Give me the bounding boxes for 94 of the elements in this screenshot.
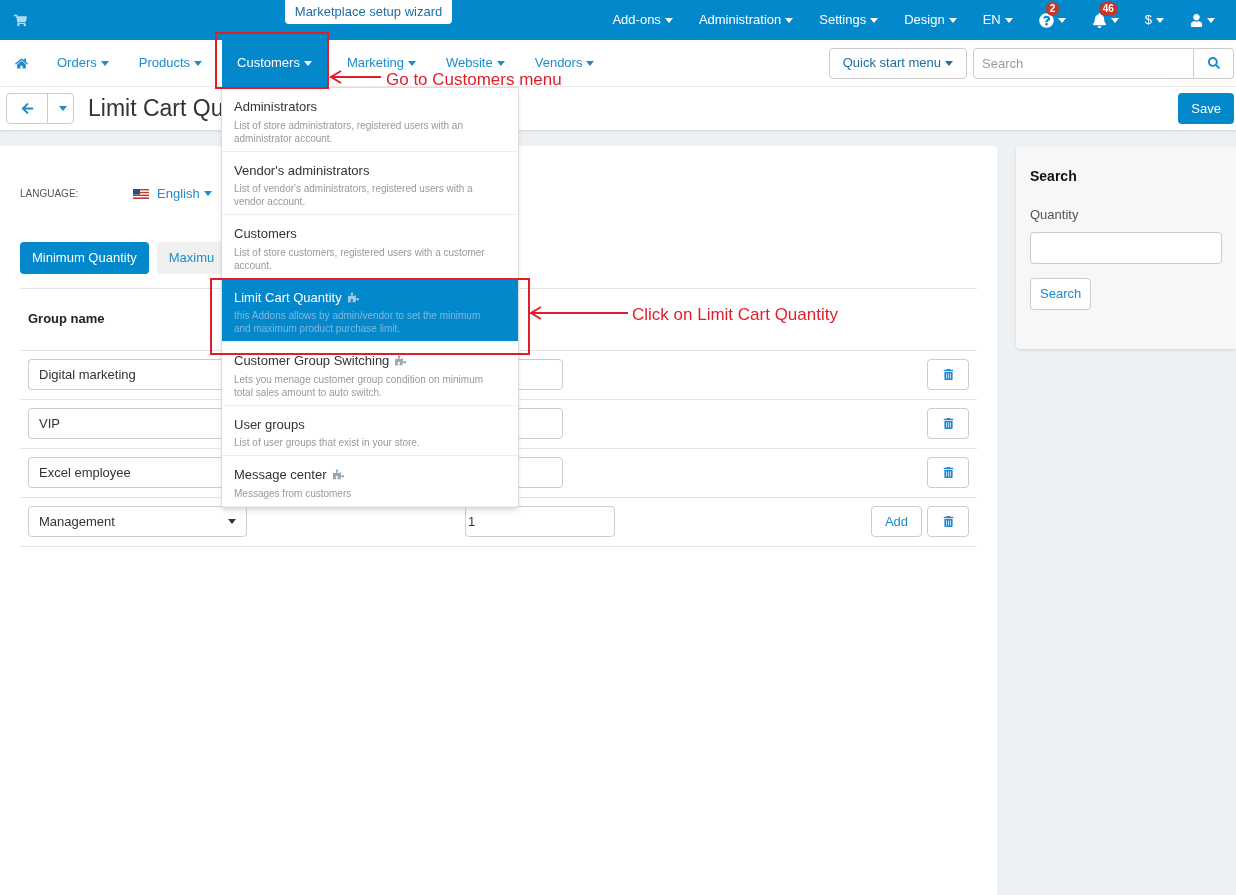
caret-icon <box>945 60 953 66</box>
caret-icon <box>1057 17 1066 23</box>
search-field[interactable]: Search <box>973 47 1194 79</box>
caret-icon <box>194 60 203 66</box>
nav-tab[interactable]: Website <box>431 55 520 71</box>
menu-item[interactable]: Customer Group Switching Lets you menage customer group condition on minimum total sales amount to auto switch. <box>222 342 518 406</box>
menu-item-title: User groups <box>234 415 305 434</box>
nav-tab[interactable]: Customers <box>222 39 327 87</box>
top-menu-item[interactable]: Administration <box>685 0 807 40</box>
user-icon <box>1190 13 1203 27</box>
trash-icon <box>942 467 954 478</box>
caret-icon <box>948 17 957 23</box>
group-select[interactable]: Excel employee <box>28 457 221 488</box>
save-button[interactable]: Save <box>1178 93 1234 124</box>
arrow-annotation <box>329 70 381 84</box>
wizard-tab[interactable]: Marketplace setup wizard <box>285 0 452 24</box>
bell-icon <box>1091 12 1107 28</box>
caret-icon <box>1207 17 1215 23</box>
menu-item[interactable]: User groups List of user groups that exist in your store. <box>222 405 518 456</box>
language-label: LANGUAGE: <box>20 187 80 202</box>
cart-icon[interactable] <box>14 13 27 27</box>
search-button[interactable] <box>1194 47 1234 79</box>
add-button[interactable]: Add <box>871 506 922 537</box>
caret-icon <box>870 17 879 23</box>
group-select[interactable]: Management <box>28 506 247 537</box>
home-icon[interactable] <box>15 56 28 70</box>
caret-icon <box>408 60 416 66</box>
caret-icon <box>664 17 673 23</box>
top-menu-item[interactable]: EN <box>969 0 1026 40</box>
bell-menu-button[interactable]: 46 <box>1078 0 1132 40</box>
caret-icon <box>228 519 236 524</box>
quick-start-button[interactable]: Quick start menu <box>828 47 967 79</box>
count-badge: 2 <box>1045 2 1060 16</box>
delete-button[interactable] <box>927 408 969 439</box>
menu-item-title: Customers <box>234 225 297 243</box>
menu-item[interactable]: Customers List of store customers, registered users with a customer account. <box>222 215 518 279</box>
group-select[interactable]: Digital marketing <box>28 359 221 390</box>
menu-item-title: Customer Group Switching <box>234 352 390 370</box>
language-selector[interactable]: English <box>133 184 212 204</box>
nav-tab[interactable]: Marketing <box>331 55 431 71</box>
nav-tab[interactable]: Vendors <box>519 55 610 71</box>
annotation-text: Go to Customers menu <box>386 71 562 88</box>
quantity-tab[interactable]: Minimum Quantity <box>20 241 149 274</box>
delete-button[interactable] <box>927 506 969 537</box>
caret-icon <box>586 60 595 66</box>
delete-button[interactable] <box>927 359 969 390</box>
search-panel-button[interactable]: Search <box>1030 277 1092 310</box>
caret-icon <box>1004 17 1013 23</box>
menu-item-title: Vendor's administrators <box>234 161 370 180</box>
menu-item-description: this Addons allows by admin/vendor to set the minimum and maximum product purchase limit. <box>234 309 482 335</box>
puzzle-icon <box>395 355 407 367</box>
panel-title: Search <box>1030 167 1078 186</box>
menu-item-title: Limit Cart Quantity <box>234 288 342 307</box>
menu-item-description: List of user groups that exist in your store. <box>234 436 421 449</box>
puzzle-icon <box>347 291 359 303</box>
menu-item-description: List of vendor's administrators, registered users with a vendor account. <box>234 182 474 208</box>
help-menu-button[interactable]: 2 <box>1025 0 1079 40</box>
annotation-text: Click on Limit Cart Quantity <box>632 304 838 326</box>
caret-icon <box>203 191 212 197</box>
caret-icon <box>303 60 312 66</box>
menu-item-description: Lets you menage customer group condition on minimum total sales amount to auto switch. <box>234 372 485 399</box>
back-arrow-icon <box>20 102 34 115</box>
nav-tab[interactable]: Orders <box>42 55 124 71</box>
flag-icon <box>133 188 149 199</box>
group-select[interactable]: VIP <box>28 408 221 439</box>
caret-icon <box>1156 17 1164 23</box>
trash-icon <box>942 516 954 527</box>
quantity-search-field[interactable] <box>1030 231 1222 264</box>
top-menu-item[interactable]: Design <box>891 0 970 40</box>
trash-icon <box>942 418 954 429</box>
menu-item-title: Administrators <box>234 98 318 116</box>
top-menu-item[interactable]: Settings <box>806 0 892 40</box>
help-icon <box>1038 12 1054 28</box>
menu-item[interactable]: Vendor's administrators List of vendor's administrators, registered users with a vendor account. <box>222 151 518 215</box>
caret-icon <box>785 17 794 23</box>
top-menu-item[interactable]: Add-ons <box>599 0 686 40</box>
menu-item[interactable]: Administrators List of store administrators, registered users with an administrator account. <box>222 88 518 152</box>
count-badge: 46 <box>1098 2 1118 16</box>
column-header: Group name <box>28 310 105 329</box>
menu-item-title: Message center <box>234 466 327 484</box>
menu-item[interactable]: Limit Cart Quantity this Addons allows by admin/vendor to set the minimum and maximum product purchase limit. <box>222 278 518 342</box>
menu-item-description: List of store administrators, registered users with an administrator account. <box>234 118 464 145</box>
search-icon <box>1207 57 1220 69</box>
field-label: Quantity <box>1030 206 1080 224</box>
caret-icon <box>100 60 109 66</box>
nav-tab[interactable]: Products <box>123 55 218 71</box>
delete-button[interactable] <box>927 457 969 488</box>
menu-item[interactable]: Message center Messages from customers <box>222 456 518 507</box>
caret-icon <box>58 106 67 111</box>
puzzle-icon <box>332 469 344 481</box>
trash-icon <box>942 369 954 380</box>
menu-item-description: Messages from customers <box>234 486 353 500</box>
caret-icon <box>496 60 505 66</box>
top-menu-item[interactable]: $ <box>1131 0 1177 40</box>
